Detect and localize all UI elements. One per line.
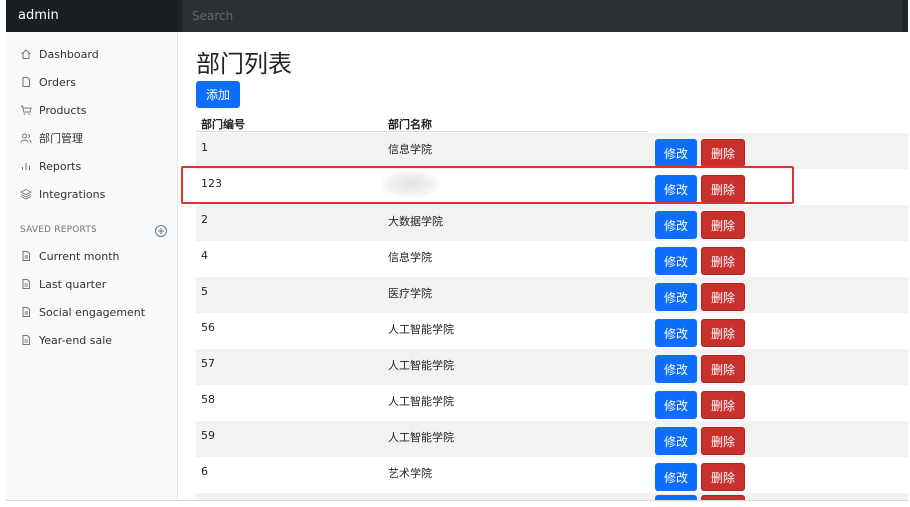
edit-button[interactable]: 修改 (655, 211, 697, 239)
edit-button[interactable]: 修改 (655, 391, 697, 419)
table-row: 59 人工智能学院 修改 删除 (196, 421, 908, 457)
saved-report-label: Social engagement (39, 305, 146, 319)
delete-button[interactable]: 删除 (701, 175, 745, 203)
sidebar-item-label: Integrations (39, 187, 106, 201)
edit-button[interactable]: 修改 (655, 355, 697, 383)
file-text-icon (20, 278, 32, 290)
delete-button[interactable]: 删除 (701, 427, 745, 455)
bar-chart-icon (20, 160, 32, 172)
department-id: 58 (201, 393, 215, 406)
table-row: 123 修改 删除 (196, 169, 908, 205)
delete-button[interactable]: 删除 (701, 319, 745, 347)
table-row: 2 大数据学院 修改 删除 (196, 205, 908, 241)
edit-button[interactable]: 修改 (655, 247, 697, 275)
sidebar-item-reports[interactable]: Reports (6, 154, 178, 178)
department-id: 57 (201, 357, 215, 370)
department-name: 人工智能学院 (388, 359, 454, 372)
top-navbar: admin (6, 0, 908, 32)
table-row: 7 (196, 493, 908, 500)
delete-button[interactable]: 删除 (701, 355, 745, 383)
delete-button[interactable]: 删除 (701, 139, 745, 167)
edit-button[interactable]: 修改 (655, 319, 697, 347)
edit-button[interactable]: 修改 (655, 463, 697, 491)
saved-report-social-engagement[interactable]: Social engagement (6, 300, 178, 324)
sidebar-item-orders[interactable]: Orders (6, 70, 178, 94)
brand-name[interactable]: admin (6, 0, 178, 32)
department-id: 6 (201, 465, 208, 478)
table-row: 6 艺术学院 修改 删除 (196, 457, 908, 493)
department-name: 医疗学院 (388, 287, 432, 300)
department-name: 信息学院 (388, 251, 432, 264)
saved-report-current-month[interactable]: Current month (6, 244, 178, 268)
sidebar-item-departments[interactable]: 部门管理 (6, 126, 178, 150)
app-frame: admin Dashboard Orders Products 部门 (0, 0, 910, 507)
column-header-id: 部门编号 (201, 118, 245, 131)
layers-icon (20, 188, 32, 200)
department-name: 大数据学院 (388, 215, 443, 228)
bottom-divider (6, 500, 908, 501)
table-row: 4 信息学院 修改 删除 (196, 241, 908, 277)
saved-report-year-end-sale[interactable]: Year-end sale (6, 328, 178, 352)
sidebar-item-products[interactable]: Products (6, 98, 178, 122)
department-id: 123 (201, 177, 222, 190)
table-row: 56 人工智能学院 修改 删除 (196, 313, 908, 349)
saved-report-label: Last quarter (39, 277, 107, 291)
column-header-name: 部门名称 (388, 118, 432, 131)
department-id: 56 (201, 321, 215, 334)
department-name: 艺术学院 (388, 467, 432, 480)
edit-button[interactable]: 修改 (655, 283, 697, 311)
sidebar-item-integrations[interactable]: Integrations (6, 182, 178, 206)
delete-button[interactable]: 删除 (701, 463, 745, 491)
saved-report-last-quarter[interactable]: Last quarter (6, 272, 178, 296)
department-name: 人工智能学院 (388, 323, 454, 336)
department-id: 5 (201, 285, 208, 298)
cart-icon (20, 104, 32, 116)
file-text-icon (20, 334, 32, 346)
delete-button[interactable]: 删除 (701, 283, 745, 311)
sidebar: Dashboard Orders Products 部门管理 Reports I… (6, 32, 178, 500)
sidebar-item-label: Orders (39, 75, 76, 89)
edit-button[interactable]: 修改 (655, 139, 697, 167)
file-text-icon (20, 306, 32, 318)
department-name: 信息学院 (388, 143, 432, 156)
department-name: 人工智能学院 (388, 395, 454, 408)
sidebar-item-dashboard[interactable]: Dashboard (6, 42, 178, 66)
edit-button[interactable]: 修改 (655, 175, 697, 203)
file-icon (20, 76, 32, 88)
users-icon (20, 132, 32, 144)
add-report-icon[interactable] (154, 223, 168, 237)
edit-button[interactable]: 修改 (655, 427, 697, 455)
sidebar-item-label: Products (39, 103, 87, 117)
table-header: 部门编号 部门名称 (196, 112, 648, 132)
table-row: 58 人工智能学院 修改 删除 (196, 385, 908, 421)
add-department-button[interactable]: 添加 (196, 81, 240, 108)
delete-button[interactable]: 删除 (701, 211, 745, 239)
department-id: 1 (201, 141, 208, 154)
search-input[interactable] (182, 0, 902, 32)
department-name: 人工智能学院 (388, 431, 454, 444)
home-icon (20, 48, 32, 60)
sidebar-item-label: 部门管理 (39, 132, 83, 145)
saved-report-label: Current month (39, 249, 120, 263)
blurred-department-name (382, 171, 440, 197)
sidebar-item-label: Reports (39, 159, 82, 173)
table-row: 1 信息学院 修改 删除 (196, 133, 908, 169)
department-id: 2 (201, 213, 208, 226)
saved-report-label: Year-end sale (39, 333, 113, 347)
department-id: 59 (201, 429, 215, 442)
sidebar-item-label: Dashboard (39, 47, 99, 61)
delete-button[interactable]: 删除 (701, 391, 745, 419)
delete-button[interactable]: 删除 (701, 247, 745, 275)
file-text-icon (20, 250, 32, 262)
page-title: 部门列表 (196, 50, 292, 78)
saved-reports-heading: SAVED REPORTS (20, 225, 97, 235)
department-id: 4 (201, 249, 208, 262)
table-row: 5 医疗学院 修改 删除 (196, 277, 908, 313)
table-row: 57 人工智能学院 修改 删除 (196, 349, 908, 385)
